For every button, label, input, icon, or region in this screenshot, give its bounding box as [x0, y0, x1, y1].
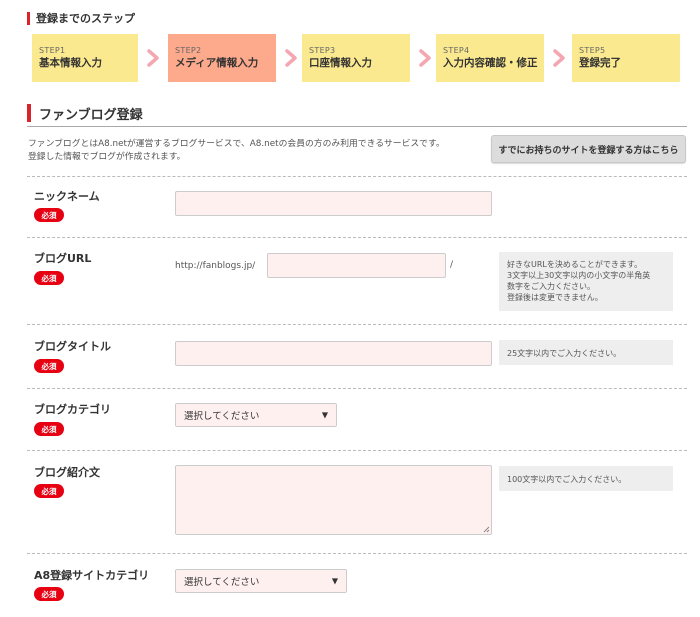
- step-number: STEP3: [309, 46, 336, 55]
- nickname-input[interactable]: [175, 191, 492, 216]
- section-title: ファンブログ登録: [27, 104, 143, 123]
- blog-url-label: ブログURL: [34, 252, 92, 265]
- note-line: 好きなURLを決めることができます。: [507, 260, 643, 269]
- step-4: STEP4 入力内容確認・修正: [436, 34, 544, 82]
- resize-grip-icon[interactable]: [482, 525, 490, 533]
- blog-intro-textarea[interactable]: [175, 465, 492, 535]
- section-divider: [27, 126, 687, 127]
- blog-title-label: ブログタイトル: [34, 340, 111, 353]
- blog-url-prefix: http://fanblogs.jp/: [175, 261, 256, 271]
- step-label: 登録完了: [579, 57, 621, 69]
- a8-category-label: A8登録サイトカテゴリ: [34, 569, 150, 582]
- step-label: 入力内容確認・修正: [443, 57, 538, 69]
- required-badge: 必須: [34, 587, 64, 601]
- blog-category-label: ブログカテゴリ: [34, 403, 111, 416]
- nickname-label: ニックネーム: [34, 190, 100, 203]
- chevron-right-icon: [544, 34, 574, 82]
- required-badge: 必須: [34, 422, 64, 436]
- required-badge: 必須: [34, 271, 64, 285]
- blog-category-select[interactable]: 選択してください ▼: [175, 403, 337, 427]
- intro-line: ファンブログとはA8.netが運営するブログサービスで、A8.netの会員の方の…: [28, 139, 445, 149]
- steps-heading: 登録までのステップ: [27, 10, 135, 26]
- steps-heading-text: 登録までのステップ: [36, 12, 135, 25]
- row-divider: [27, 237, 687, 238]
- row-divider: [27, 324, 687, 325]
- triangle-down-icon: ▼: [331, 576, 338, 586]
- step-label: メディア情報入力: [175, 57, 259, 69]
- selected-value: 選択してください: [184, 411, 260, 422]
- step-number: STEP1: [39, 46, 66, 55]
- required-badge: 必須: [34, 359, 64, 373]
- note-line: 3文字以上30文字以内の小文字の半角英: [507, 271, 651, 280]
- step-label: 基本情報入力: [39, 57, 102, 69]
- intro-text: ファンブログとはA8.netが運営するブログサービスで、A8.netの会員の方の…: [28, 138, 488, 164]
- existing-site-button[interactable]: すでにお持ちのサイトを登録する方はこちら: [491, 135, 686, 163]
- blog-url-note: 好きなURLを決めることができます。 3文字以上30文字以内の小文字の半角英 数…: [499, 252, 673, 311]
- step-3: STEP3 口座情報入力: [302, 34, 410, 82]
- blog-url-input[interactable]: [267, 253, 446, 278]
- intro-line: 登録した情報でブログが作成されます。: [28, 152, 186, 162]
- section-accent-bar: [27, 104, 31, 122]
- step-number: STEP5: [579, 46, 606, 55]
- blog-intro-note: 100文字以内でご入力ください。: [499, 466, 673, 491]
- row-divider: [27, 553, 687, 554]
- step-5: STEP5 登録完了: [572, 34, 680, 82]
- blog-url-suffix: /: [450, 260, 454, 270]
- a8-category-select[interactable]: 選択してください ▼: [175, 569, 347, 593]
- step-label: 口座情報入力: [309, 57, 372, 69]
- row-divider: [27, 176, 687, 177]
- chevron-right-icon: [138, 34, 168, 82]
- selected-value: 選択してください: [184, 577, 260, 588]
- step-number: STEP2: [175, 46, 202, 55]
- row-divider: [27, 388, 687, 389]
- triangle-down-icon: ▼: [321, 410, 328, 420]
- required-badge: 必須: [34, 208, 64, 222]
- step-number: STEP4: [443, 46, 470, 55]
- note-line: 数字をご入力ください。: [507, 282, 595, 291]
- note-line: 登録後は変更できません。: [507, 293, 603, 302]
- step-2: STEP2 メディア情報入力: [168, 34, 276, 82]
- blog-title-note: 25文字以内でご入力ください。: [499, 340, 673, 365]
- section-title-text: ファンブログ登録: [39, 107, 143, 123]
- required-badge: 必須: [34, 484, 64, 498]
- step-1: STEP1 基本情報入力: [32, 34, 138, 82]
- blog-title-input[interactable]: [175, 341, 492, 366]
- heading-accent-bar: [27, 11, 30, 25]
- row-divider: [27, 450, 687, 451]
- blog-intro-label: ブログ紹介文: [34, 466, 100, 479]
